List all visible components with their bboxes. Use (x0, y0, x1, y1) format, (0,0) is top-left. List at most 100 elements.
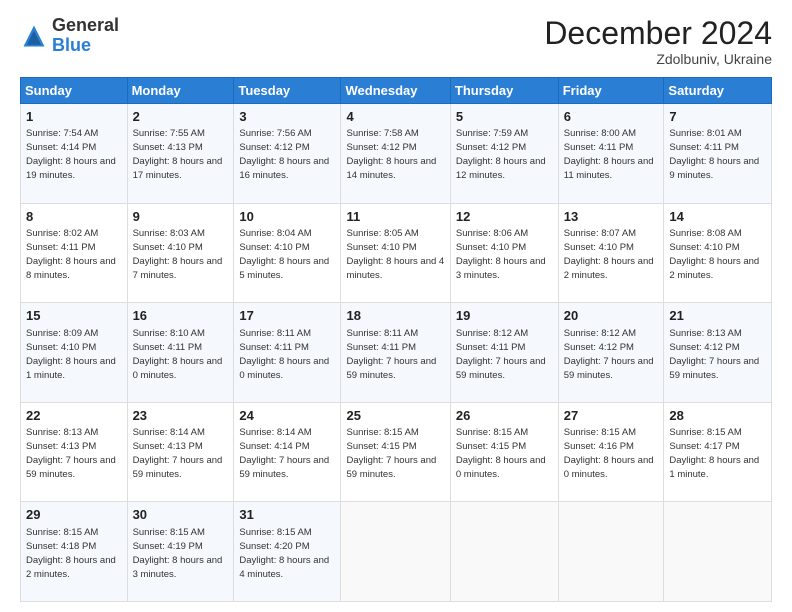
calendar-week-row: 1 Sunrise: 7:54 AMSunset: 4:14 PMDayligh… (21, 104, 772, 204)
day-number: 31 (239, 506, 335, 524)
table-row: 23 Sunrise: 8:14 AMSunset: 4:13 PMDaylig… (127, 402, 234, 502)
logo-general: General (52, 15, 119, 35)
day-info: Sunrise: 8:03 AMSunset: 4:10 PMDaylight:… (133, 228, 223, 281)
day-info: Sunrise: 8:15 AMSunset: 4:17 PMDaylight:… (669, 427, 759, 480)
day-info: Sunrise: 8:13 AMSunset: 4:12 PMDaylight:… (669, 328, 759, 381)
day-info: Sunrise: 7:58 AMSunset: 4:12 PMDaylight:… (346, 128, 436, 181)
day-number: 11 (346, 208, 444, 226)
table-row: 27 Sunrise: 8:15 AMSunset: 4:16 PMDaylig… (558, 402, 664, 502)
table-row: 29 Sunrise: 8:15 AMSunset: 4:18 PMDaylig… (21, 502, 128, 602)
day-info: Sunrise: 8:14 AMSunset: 4:13 PMDaylight:… (133, 427, 223, 480)
table-row: 19 Sunrise: 8:12 AMSunset: 4:11 PMDaylig… (450, 303, 558, 403)
day-info: Sunrise: 8:15 AMSunset: 4:20 PMDaylight:… (239, 527, 329, 580)
day-number: 27 (564, 407, 659, 425)
logo-blue: Blue (52, 35, 91, 55)
col-saturday: Saturday (664, 78, 772, 104)
day-number: 13 (564, 208, 659, 226)
table-row: 20 Sunrise: 8:12 AMSunset: 4:12 PMDaylig… (558, 303, 664, 403)
day-info: Sunrise: 8:01 AMSunset: 4:11 PMDaylight:… (669, 128, 759, 181)
calendar-week-row: 15 Sunrise: 8:09 AMSunset: 4:10 PMDaylig… (21, 303, 772, 403)
table-row: 8 Sunrise: 8:02 AMSunset: 4:11 PMDayligh… (21, 203, 128, 303)
col-thursday: Thursday (450, 78, 558, 104)
location-subtitle: Zdolbuniv, Ukraine (544, 51, 772, 67)
day-info: Sunrise: 8:12 AMSunset: 4:12 PMDaylight:… (564, 328, 654, 381)
day-number: 17 (239, 307, 335, 325)
table-row (341, 502, 450, 602)
day-info: Sunrise: 7:56 AMSunset: 4:12 PMDaylight:… (239, 128, 329, 181)
calendar-week-row: 22 Sunrise: 8:13 AMSunset: 4:13 PMDaylig… (21, 402, 772, 502)
table-row: 22 Sunrise: 8:13 AMSunset: 4:13 PMDaylig… (21, 402, 128, 502)
day-info: Sunrise: 8:15 AMSunset: 4:16 PMDaylight:… (564, 427, 654, 480)
day-info: Sunrise: 7:54 AMSunset: 4:14 PMDaylight:… (26, 128, 116, 181)
table-row: 2 Sunrise: 7:55 AMSunset: 4:13 PMDayligh… (127, 104, 234, 204)
day-number: 14 (669, 208, 766, 226)
table-row: 17 Sunrise: 8:11 AMSunset: 4:11 PMDaylig… (234, 303, 341, 403)
calendar-week-row: 29 Sunrise: 8:15 AMSunset: 4:18 PMDaylig… (21, 502, 772, 602)
table-row: 30 Sunrise: 8:15 AMSunset: 4:19 PMDaylig… (127, 502, 234, 602)
day-number: 21 (669, 307, 766, 325)
table-row: 13 Sunrise: 8:07 AMSunset: 4:10 PMDaylig… (558, 203, 664, 303)
day-info: Sunrise: 8:06 AMSunset: 4:10 PMDaylight:… (456, 228, 546, 281)
day-info: Sunrise: 8:11 AMSunset: 4:11 PMDaylight:… (239, 328, 329, 381)
day-number: 8 (26, 208, 122, 226)
day-info: Sunrise: 8:05 AMSunset: 4:10 PMDaylight:… (346, 228, 444, 281)
month-title: December 2024 (544, 16, 772, 51)
col-sunday: Sunday (21, 78, 128, 104)
day-info: Sunrise: 8:07 AMSunset: 4:10 PMDaylight:… (564, 228, 654, 281)
col-friday: Friday (558, 78, 664, 104)
table-row: 3 Sunrise: 7:56 AMSunset: 4:12 PMDayligh… (234, 104, 341, 204)
day-info: Sunrise: 7:55 AMSunset: 4:13 PMDaylight:… (133, 128, 223, 181)
day-number: 12 (456, 208, 553, 226)
table-row (450, 502, 558, 602)
day-number: 28 (669, 407, 766, 425)
table-row: 26 Sunrise: 8:15 AMSunset: 4:15 PMDaylig… (450, 402, 558, 502)
table-row: 16 Sunrise: 8:10 AMSunset: 4:11 PMDaylig… (127, 303, 234, 403)
header: General Blue December 2024 Zdolbuniv, Uk… (20, 16, 772, 67)
day-number: 30 (133, 506, 229, 524)
day-info: Sunrise: 8:08 AMSunset: 4:10 PMDaylight:… (669, 228, 759, 281)
day-number: 15 (26, 307, 122, 325)
table-row (664, 502, 772, 602)
table-row: 21 Sunrise: 8:13 AMSunset: 4:12 PMDaylig… (664, 303, 772, 403)
day-number: 6 (564, 108, 659, 126)
col-monday: Monday (127, 78, 234, 104)
day-number: 18 (346, 307, 444, 325)
day-info: Sunrise: 7:59 AMSunset: 4:12 PMDaylight:… (456, 128, 546, 181)
day-info: Sunrise: 8:15 AMSunset: 4:19 PMDaylight:… (133, 527, 223, 580)
day-number: 5 (456, 108, 553, 126)
day-info: Sunrise: 8:15 AMSunset: 4:15 PMDaylight:… (456, 427, 546, 480)
title-block: December 2024 Zdolbuniv, Ukraine (544, 16, 772, 67)
table-row: 11 Sunrise: 8:05 AMSunset: 4:10 PMDaylig… (341, 203, 450, 303)
day-info: Sunrise: 8:00 AMSunset: 4:11 PMDaylight:… (564, 128, 654, 181)
day-info: Sunrise: 8:10 AMSunset: 4:11 PMDaylight:… (133, 328, 223, 381)
table-row: 12 Sunrise: 8:06 AMSunset: 4:10 PMDaylig… (450, 203, 558, 303)
col-tuesday: Tuesday (234, 78, 341, 104)
day-number: 20 (564, 307, 659, 325)
table-row: 7 Sunrise: 8:01 AMSunset: 4:11 PMDayligh… (664, 104, 772, 204)
day-info: Sunrise: 8:09 AMSunset: 4:10 PMDaylight:… (26, 328, 116, 381)
day-info: Sunrise: 8:15 AMSunset: 4:15 PMDaylight:… (346, 427, 436, 480)
day-number: 24 (239, 407, 335, 425)
calendar-page: General Blue December 2024 Zdolbuniv, Uk… (0, 0, 792, 612)
day-info: Sunrise: 8:02 AMSunset: 4:11 PMDaylight:… (26, 228, 116, 281)
day-number: 16 (133, 307, 229, 325)
day-info: Sunrise: 8:15 AMSunset: 4:18 PMDaylight:… (26, 527, 116, 580)
day-number: 26 (456, 407, 553, 425)
day-number: 7 (669, 108, 766, 126)
table-row: 24 Sunrise: 8:14 AMSunset: 4:14 PMDaylig… (234, 402, 341, 502)
day-info: Sunrise: 8:11 AMSunset: 4:11 PMDaylight:… (346, 328, 436, 381)
day-number: 10 (239, 208, 335, 226)
day-number: 25 (346, 407, 444, 425)
logo-icon (20, 22, 48, 50)
table-row: 14 Sunrise: 8:08 AMSunset: 4:10 PMDaylig… (664, 203, 772, 303)
col-wednesday: Wednesday (341, 78, 450, 104)
table-row: 1 Sunrise: 7:54 AMSunset: 4:14 PMDayligh… (21, 104, 128, 204)
table-row: 18 Sunrise: 8:11 AMSunset: 4:11 PMDaylig… (341, 303, 450, 403)
table-row: 9 Sunrise: 8:03 AMSunset: 4:10 PMDayligh… (127, 203, 234, 303)
table-row: 28 Sunrise: 8:15 AMSunset: 4:17 PMDaylig… (664, 402, 772, 502)
day-number: 1 (26, 108, 122, 126)
table-row: 5 Sunrise: 7:59 AMSunset: 4:12 PMDayligh… (450, 104, 558, 204)
day-number: 3 (239, 108, 335, 126)
day-number: 29 (26, 506, 122, 524)
calendar-header-row: Sunday Monday Tuesday Wednesday Thursday… (21, 78, 772, 104)
